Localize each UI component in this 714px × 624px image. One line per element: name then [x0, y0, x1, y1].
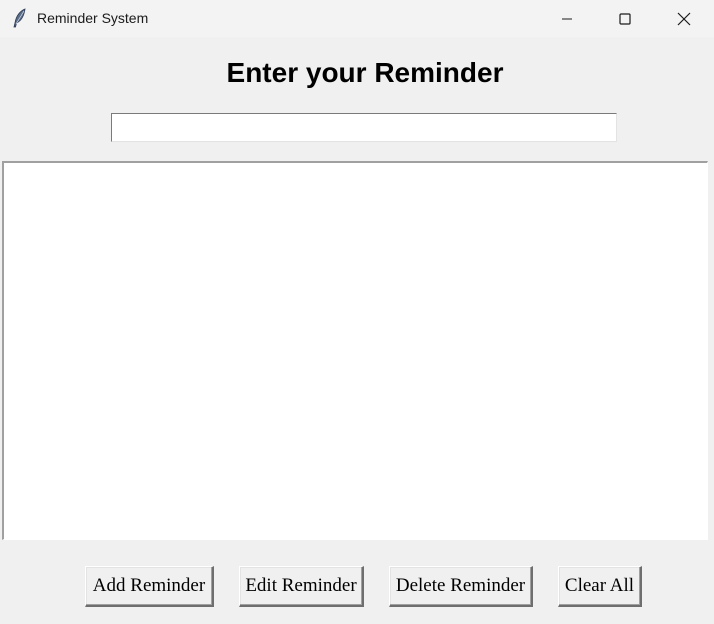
window-title: Reminder System: [37, 10, 149, 26]
edit-reminder-button[interactable]: Edit Reminder: [239, 566, 364, 607]
add-reminder-button[interactable]: Add Reminder: [85, 566, 214, 607]
title-bar[interactable]: Reminder System: [0, 0, 714, 37]
close-button[interactable]: [655, 0, 713, 37]
app-window: Reminder System Enter your Reminder Add …: [0, 0, 714, 624]
minimize-icon: [561, 13, 573, 25]
reminder-input[interactable]: [111, 113, 617, 142]
clear-all-button[interactable]: Clear All: [558, 566, 642, 607]
page-title: Enter your Reminder: [226, 57, 504, 88]
maximize-icon: [619, 12, 631, 25]
close-icon: [677, 12, 691, 26]
maximize-button[interactable]: [596, 0, 654, 37]
delete-reminder-button[interactable]: Delete Reminder: [389, 566, 533, 607]
minimize-button[interactable]: [538, 0, 596, 37]
reminders-listbox[interactable]: [2, 161, 708, 540]
feather-icon: [12, 8, 28, 28]
